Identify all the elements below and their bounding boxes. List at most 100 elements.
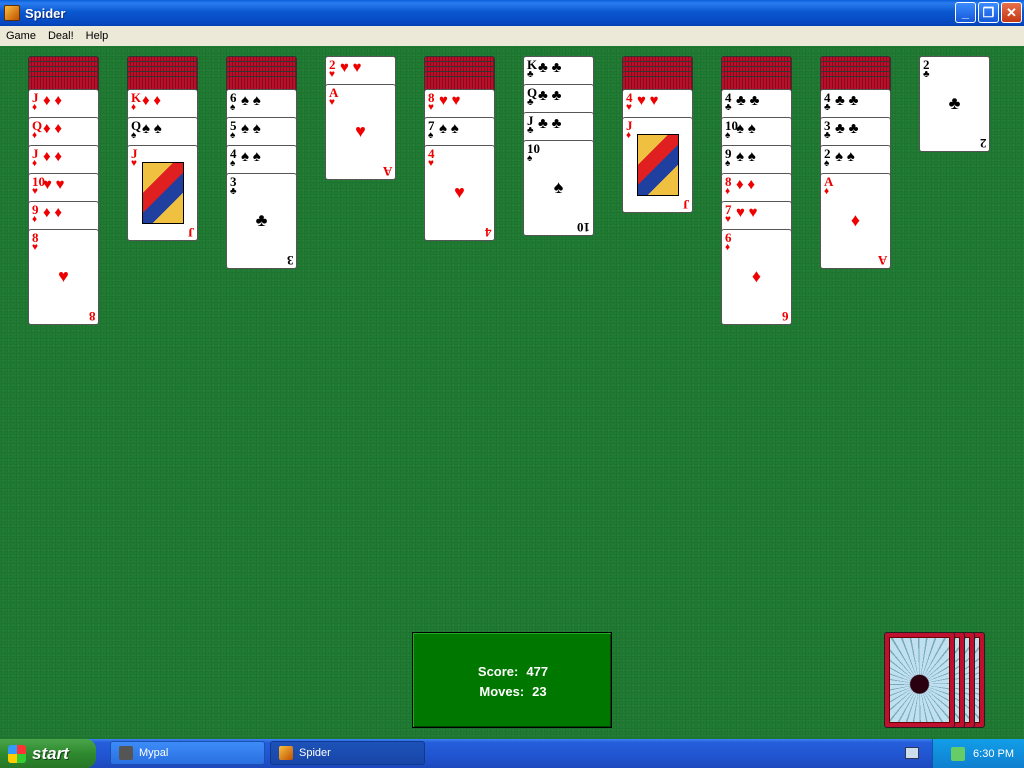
score-value: 477 [526, 664, 549, 679]
card-suit-icon: ♦ [131, 102, 137, 113]
card-pips-icon: ♦ ♦ [142, 93, 162, 109]
clock: 6:30 PM [973, 747, 1014, 760]
card-suit-icon: ♦ [32, 102, 38, 113]
card-pips-icon: ♠ ♠ [736, 121, 756, 137]
menu-deal[interactable]: Deal! [42, 30, 80, 42]
card-rank-corner: 2 [979, 136, 987, 151]
card-suit-icon: ♠ [131, 130, 137, 141]
card-rank-corner: J [682, 197, 690, 212]
card-suit-icon: ♠ [527, 153, 533, 164]
card-suit-icon: ♣ [824, 130, 831, 141]
card-pips-icon: ♣ ♣ [538, 88, 562, 104]
card-rank-corner: J [187, 225, 195, 240]
card-suit-icon: ♠ [230, 130, 236, 141]
minimize-button[interactable]: _ [955, 2, 976, 23]
menu-help[interactable]: Help [80, 30, 115, 42]
moves-row: Moves: 23 [413, 684, 613, 699]
title-bar: Spider _ ❐ ✕ [0, 0, 1024, 26]
start-button[interactable]: start [0, 739, 96, 768]
card-center-pip-icon: ♦ [751, 266, 762, 286]
moves-label: Moves: [479, 684, 525, 699]
card-suit-icon: ♣ [527, 69, 534, 80]
keyboard-icon[interactable] [905, 747, 919, 759]
playing-card[interactable]: 2 ♣ ♣ 2 [919, 56, 990, 152]
maximize-button[interactable]: ❐ [978, 2, 999, 23]
card-pips-icon: ♣ ♣ [736, 93, 760, 109]
score-label: Score: [477, 664, 519, 679]
card-pips-icon: ♠ ♠ [736, 149, 756, 165]
card-rank-corner: 6 [781, 309, 789, 324]
task-spider[interactable]: Spider [270, 741, 425, 765]
playing-card[interactable]: 8 ♥ ♥ 8 [28, 229, 99, 325]
system-tray: 6:30 PM [932, 739, 1024, 768]
spider-web-icon [889, 637, 950, 723]
window-title: Spider [25, 5, 66, 21]
card-suit-icon: ♣ [725, 102, 732, 113]
card-suit-icon: ♣ [527, 97, 534, 108]
card-suit-icon: ♠ [824, 158, 830, 169]
window-controls: _ ❐ ✕ [955, 2, 1022, 23]
card-suit-icon: ♥ [131, 158, 137, 169]
card-suit-icon: ♥ [725, 214, 731, 225]
playing-card[interactable]: A ♥ ♥ A [325, 84, 396, 180]
playing-card[interactable]: J ♦ J [622, 117, 693, 213]
card-rank-corner: 4 [484, 225, 492, 240]
card-suit-icon: ♣ [527, 125, 534, 136]
card-suit-icon: ♠ [428, 130, 434, 141]
card-suit-icon: ♥ [329, 97, 335, 108]
card-pips-icon: ♦ ♦ [43, 205, 63, 221]
card-suit-icon: ♣ [824, 102, 831, 113]
card-pips-icon: ♣ ♣ [538, 116, 562, 132]
card-suit-icon: ♥ [329, 69, 335, 80]
card-pips-icon: ♥ ♥ [340, 60, 362, 76]
taskbar: start Mypal Spider 6:30 PM [0, 739, 1024, 768]
card-center-pip-icon: ♥ [58, 266, 69, 286]
card-pips-icon: ♥ ♥ [736, 205, 758, 221]
card-rank-corner: A [877, 253, 887, 268]
menu-bar: Game Deal! Help [0, 26, 1024, 46]
card-center-pip-icon: ♣ [948, 93, 961, 113]
card-suit-icon: ♣ [230, 186, 237, 197]
close-button[interactable]: ✕ [1001, 2, 1022, 23]
card-pips-icon: ♠ ♠ [241, 93, 261, 109]
card-suit-icon: ♠ [230, 158, 236, 169]
card-pips-icon: ♥ ♥ [637, 93, 659, 109]
card-pips-icon: ♠ ♠ [835, 149, 855, 165]
playing-card[interactable]: 3 ♣ ♣ 3 [226, 173, 297, 269]
card-pips-icon: ♠ ♠ [142, 121, 162, 137]
card-pips-icon: ♦ ♦ [43, 149, 63, 165]
card-pips-icon: ♠ ♠ [241, 121, 261, 137]
face-card-art [637, 134, 679, 196]
card-pips-icon: ♦ ♦ [736, 177, 756, 193]
card-center-pip-icon: ♥ [454, 182, 465, 202]
mypal-icon [119, 746, 133, 760]
card-pips-icon: ♠ ♠ [241, 149, 261, 165]
card-suit-icon: ♦ [824, 186, 830, 197]
card-pips-icon: ♣ ♣ [538, 60, 562, 76]
card-suit-icon: ♠ [725, 158, 731, 169]
card-pips-icon: ♦ ♦ [43, 121, 63, 137]
playing-card[interactable]: J ♥ J [127, 145, 198, 241]
windows-flag-icon [8, 744, 26, 763]
task-mypal[interactable]: Mypal [110, 741, 265, 765]
card-suit-icon: ♥ [32, 242, 38, 253]
card-suit-icon: ♦ [725, 186, 731, 197]
card-suit-icon: ♥ [626, 102, 632, 113]
card-suit-icon: ♥ [428, 102, 434, 113]
card-pips-icon: ♥ ♥ [43, 177, 65, 193]
playing-card[interactable]: 4 ♥ ♥ 4 [424, 145, 495, 241]
spider-task-icon [279, 746, 293, 760]
moves-value: 23 [532, 684, 547, 699]
menu-game[interactable]: Game [0, 30, 42, 42]
card-suit-icon: ♦ [626, 130, 632, 141]
face-card-art [142, 162, 184, 224]
card-suit-icon: ♠ [725, 130, 731, 141]
playing-card[interactable]: A ♦ ♦ A [820, 173, 891, 269]
card-pips-icon: ♥ ♥ [439, 93, 461, 109]
stock-deal-card[interactable] [884, 632, 955, 728]
playing-card[interactable]: 10 ♠ ♠ 10 [523, 140, 594, 236]
card-center-pip-icon: ♦ [850, 210, 861, 230]
task-mypal-label: Mypal [139, 747, 169, 759]
network-icon[interactable] [951, 746, 966, 761]
playing-card[interactable]: 6 ♦ ♦ 6 [721, 229, 792, 325]
